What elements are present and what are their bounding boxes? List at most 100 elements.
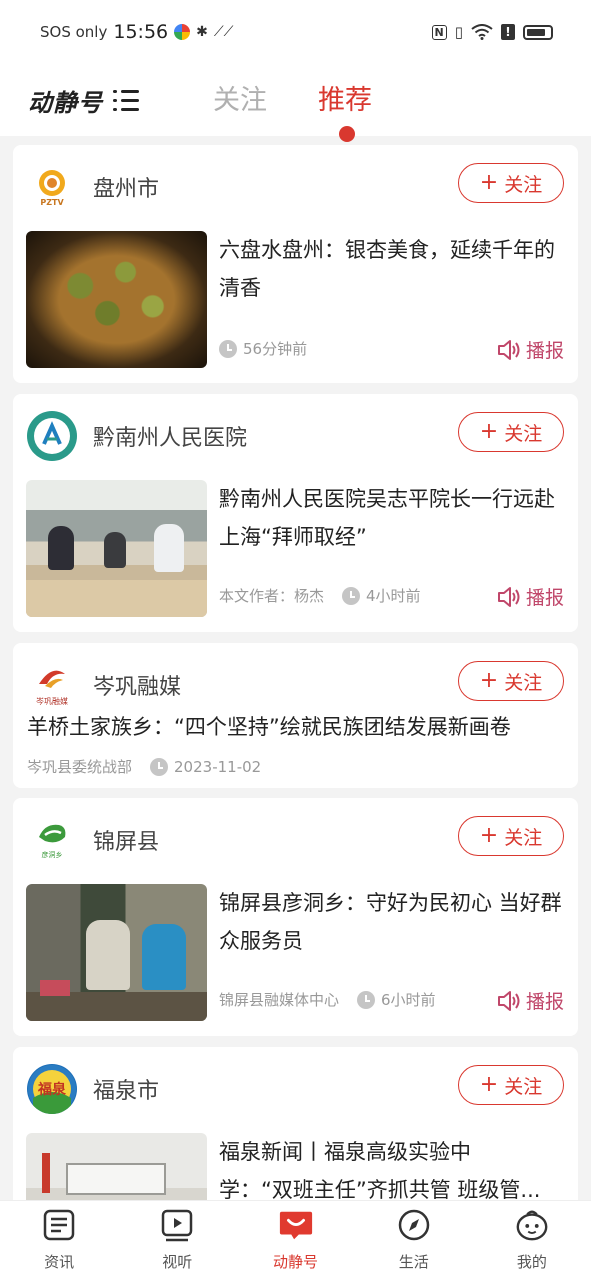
publish-time: 4小时前	[366, 587, 421, 605]
battery-icon	[523, 24, 553, 40]
article-meta: 岑巩县委统战部 2023-11-02	[27, 756, 261, 777]
article-title-line-1: 福泉新闻丨福泉高级实验中	[219, 1140, 471, 1164]
follow-button[interactable]: + 关注	[458, 1065, 564, 1105]
follow-button[interactable]: + 关注	[458, 412, 564, 452]
article-thumbnail[interactable]	[26, 231, 207, 368]
broadcast-button[interactable]: 播报	[496, 987, 564, 1014]
source-avatar[interactable]: 岑巩融媒	[27, 660, 77, 710]
carrier-text: SOS only	[40, 23, 108, 41]
svg-text:PZTV: PZTV	[40, 198, 64, 207]
bottom-nav: 资讯 视听 动静号 生活 我的	[0, 1200, 591, 1280]
follow-button[interactable]: + 关注	[458, 163, 564, 203]
source-name[interactable]: 岑巩融媒	[93, 669, 181, 701]
app-header: 动静号 关注 推荐	[0, 64, 591, 142]
wifi-icon	[471, 24, 493, 40]
brand-title: 动静号	[28, 88, 103, 117]
plus-icon: +	[479, 419, 499, 444]
broadcast-button[interactable]: 播报	[496, 583, 564, 610]
nav-item-dongjing[interactable]: 动静号	[236, 1201, 354, 1280]
svg-text:福泉: 福泉	[37, 1081, 67, 1098]
feed-card[interactable]: 岑巩融媒 岑巩融媒 + 关注 羊桥土家族乡：“四个坚持”绘就民族团结发展新画卷 岑…	[13, 643, 578, 788]
nav-label: 视听	[162, 1253, 193, 1271]
card-header: 彦洞乡 锦屏县 + 关注	[27, 812, 564, 868]
feed-card[interactable]: 福泉 福泉市 + 关注 福泉新闻丨福泉高级实验中 学：“双班主任”齐抓共管 班级管…	[13, 1047, 578, 1200]
article-title[interactable]: 黔南州人民医院吴志平院长一行远赴上海“拜师取经”	[219, 480, 564, 556]
source-avatar[interactable]: 彦洞乡	[27, 815, 77, 865]
article-meta: 锦屏县融媒体中心 6小时前	[219, 989, 436, 1010]
follow-label: 关注	[504, 1075, 543, 1098]
article-title[interactable]: 六盘水盘州：银杏美食，延续千年的清香	[219, 231, 564, 307]
vibrate-icon: ▯	[454, 23, 463, 41]
dongjing-icon	[278, 1207, 314, 1243]
clock-icon	[342, 586, 361, 605]
card-header: 岑巩融媒 岑巩融媒 + 关注	[27, 657, 564, 713]
article-thumbnail[interactable]	[26, 480, 207, 617]
article-thumbnail[interactable]	[26, 884, 207, 1021]
article-author: 锦屏县融媒体中心	[219, 991, 340, 1009]
feed-card[interactable]: PZTV 盘州市 + 关注 六盘水盘州：银杏美食，延续千年的清香 56分钟前 播报	[13, 145, 578, 383]
source-avatar[interactable]: PZTV	[27, 162, 77, 212]
publish-time: 56分钟前	[243, 340, 308, 358]
status-left: SOS only 15:56 ✱ ⟋⟋	[40, 21, 233, 43]
article-author: 岑巩县委统战部	[27, 758, 133, 776]
source-avatar[interactable]: 福泉	[27, 1064, 77, 1114]
article-meta: 本文作者：杨杰 4小时前	[219, 585, 421, 606]
follow-button[interactable]: + 关注	[458, 661, 564, 701]
follow-label: 关注	[504, 422, 543, 445]
news-icon	[41, 1207, 77, 1243]
source-name[interactable]: 锦屏县	[93, 824, 159, 856]
nav-item-news[interactable]: 资讯	[0, 1201, 118, 1280]
speaker-icon	[497, 990, 520, 1011]
profile-icon	[514, 1207, 550, 1243]
nav-label: 我的	[516, 1253, 547, 1271]
speaker-icon	[497, 339, 520, 360]
status-right: N ▯ !	[431, 23, 553, 41]
feed-card[interactable]: 彦洞乡 锦屏县 + 关注 锦屏县彦洞乡：守好为民初心 当好群众服务员 锦屏县融媒体…	[13, 798, 578, 1036]
broadcast-label: 播报	[525, 340, 564, 362]
plus-icon: +	[479, 668, 499, 693]
nav-label: 动静号	[273, 1253, 319, 1271]
nav-item-video[interactable]: 视听	[118, 1201, 236, 1280]
tab-follow[interactable]: 关注	[213, 78, 267, 117]
clock-icon	[150, 757, 169, 776]
speaker-icon	[497, 586, 520, 607]
source-name[interactable]: 黔南州人民医院	[93, 420, 247, 452]
source-avatar[interactable]	[27, 411, 77, 461]
broadcast-label: 播报	[525, 587, 564, 609]
android-notification-icon: ✱	[196, 24, 208, 40]
tab-recommend[interactable]: 推荐	[318, 78, 372, 117]
broadcast-label: 播报	[525, 991, 564, 1013]
plus-icon: +	[479, 170, 499, 195]
plus-icon: +	[479, 823, 499, 848]
broadcast-button[interactable]: 播报	[496, 336, 564, 363]
nav-label: 生活	[398, 1253, 429, 1271]
article-title[interactable]: 羊桥土家族乡：“四个坚持”绘就民族团结发展新画卷	[27, 708, 564, 746]
compass-icon	[396, 1207, 432, 1243]
svg-text:彦洞乡: 彦洞乡	[42, 850, 63, 859]
follow-label: 关注	[504, 173, 543, 196]
clock-time: 15:56	[113, 21, 169, 43]
source-name[interactable]: 福泉市	[93, 1073, 159, 1105]
source-name[interactable]: 盘州市	[93, 171, 159, 203]
clock-icon	[219, 339, 237, 358]
card-header: 黔南州人民医院 + 关注	[27, 408, 564, 464]
plus-icon: +	[479, 1072, 499, 1097]
article-title[interactable]: 福泉新闻丨福泉高级实验中 学：“双班主任”齐抓共管 班级管...	[219, 1133, 564, 1200]
nav-item-life[interactable]: 生活	[355, 1201, 473, 1280]
link-notification-icon: ⟋⟋	[213, 24, 234, 40]
card-header: PZTV 盘州市 + 关注	[27, 159, 564, 215]
feed-list[interactable]: PZTV 盘州市 + 关注 六盘水盘州：银杏美食，延续千年的清香 56分钟前 播报…	[0, 136, 591, 1200]
article-thumbnail[interactable]	[26, 1133, 207, 1200]
follow-button[interactable]: + 关注	[458, 816, 564, 856]
video-icon	[159, 1207, 195, 1243]
publish-time: 2023-11-02	[174, 757, 262, 776]
nav-item-profile[interactable]: 我的	[473, 1201, 591, 1280]
status-bar: SOS only 15:56 ✱ ⟋⟋ N ▯ !	[0, 0, 591, 64]
publish-time: 6小时前	[381, 991, 436, 1009]
article-title[interactable]: 锦屏县彦洞乡：守好为民初心 当好群众服务员	[219, 884, 564, 960]
nav-label: 资讯	[44, 1253, 75, 1271]
feed-card[interactable]: 黔南州人民医院 + 关注 黔南州人民医院吴志平院长一行远赴上海“拜师取经” 本文作…	[13, 394, 578, 632]
list-menu-icon[interactable]	[113, 89, 139, 111]
follow-label: 关注	[504, 671, 543, 694]
article-title-line-2: 学：“双班主任”齐抓共管 班级管...	[219, 1178, 541, 1200]
